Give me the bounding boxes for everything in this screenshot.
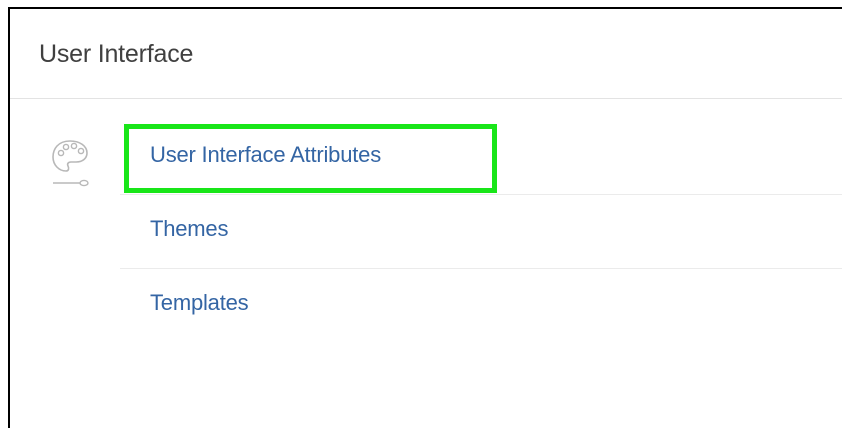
list-item: Themes: [120, 194, 842, 269]
list-item: User Interface Attributes: [120, 120, 842, 195]
user-interface-attributes-link[interactable]: User Interface Attributes: [150, 142, 381, 168]
palette-icon: [52, 140, 89, 187]
panel-header: User Interface: [10, 9, 842, 99]
panel-title: User Interface: [39, 40, 194, 68]
templates-link[interactable]: Templates: [150, 290, 249, 316]
themes-link[interactable]: Themes: [150, 216, 228, 242]
list-item: Templates: [120, 268, 842, 342]
